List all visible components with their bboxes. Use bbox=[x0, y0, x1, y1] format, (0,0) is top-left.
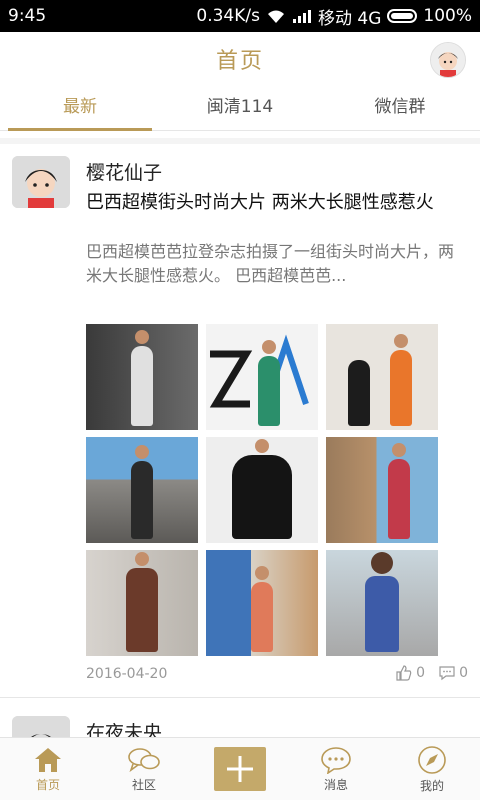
post-photo[interactable] bbox=[206, 550, 318, 656]
section-divider bbox=[0, 138, 480, 144]
post-photo[interactable] bbox=[206, 437, 318, 543]
avatar-icon bbox=[431, 43, 465, 77]
status-time: 9:45 bbox=[8, 6, 47, 26]
post-photo[interactable] bbox=[86, 324, 198, 430]
battery-icon bbox=[387, 9, 418, 23]
carrier-label: 移动 4G bbox=[317, 8, 382, 29]
tab-wechat-group[interactable]: 微信群 bbox=[320, 86, 480, 130]
net-speed: 0.34K/s bbox=[196, 6, 260, 26]
home-icon bbox=[35, 747, 61, 772]
signal-icon bbox=[292, 10, 311, 23]
user-avatar[interactable] bbox=[430, 42, 466, 78]
nav-label: 社区 bbox=[131, 777, 156, 792]
author-avatar[interactable] bbox=[12, 156, 70, 208]
bottom-nav: 首页 社区 消息 我的 bbox=[0, 737, 480, 800]
like-button[interactable]: 0 bbox=[396, 665, 425, 681]
status-bar: 9:45 0.34K/s 移动 4G 100% bbox=[0, 0, 480, 32]
app-header: 首页 bbox=[0, 32, 480, 86]
post-date: 2016-04-20 bbox=[86, 666, 168, 682]
nav-add[interactable] bbox=[192, 738, 288, 800]
tab-bar: 最新 闽清114 微信群 bbox=[0, 86, 480, 131]
add-icon bbox=[227, 756, 253, 782]
message-icon bbox=[321, 746, 351, 774]
page-title: 首页 bbox=[215, 49, 264, 74]
comment-button[interactable]: 0 bbox=[439, 665, 468, 681]
nav-community[interactable]: 社区 bbox=[96, 738, 192, 800]
add-button[interactable] bbox=[214, 747, 266, 791]
tab-minqing114[interactable]: 闽清114 bbox=[160, 86, 320, 130]
post-photo[interactable] bbox=[326, 437, 438, 543]
nav-label: 消息 bbox=[323, 777, 348, 792]
like-count: 0 bbox=[416, 665, 426, 681]
thumbs-up-icon bbox=[396, 665, 412, 681]
avatar-icon bbox=[12, 156, 70, 208]
nav-label: 我的 bbox=[419, 778, 444, 793]
post-photo[interactable] bbox=[326, 324, 438, 430]
battery-percent: 100% bbox=[423, 6, 472, 26]
photo-grid bbox=[86, 324, 438, 656]
nav-label: 首页 bbox=[35, 777, 60, 792]
nav-mine[interactable]: 我的 bbox=[384, 738, 480, 800]
status-indicators: 0.34K/s 移动 4G 100% bbox=[196, 4, 472, 29]
chat-bubbles-icon bbox=[128, 747, 160, 772]
post-divider bbox=[0, 697, 480, 698]
post-summary: 巴西超模芭芭拉登杂志拍摄了一组街头时尚大片，两米大长腿性感惹火。 巴西超模芭芭.… bbox=[86, 242, 455, 285]
post-author[interactable]: 樱花仙子 bbox=[86, 158, 162, 185]
nav-messages[interactable]: 消息 bbox=[288, 738, 384, 800]
wifi-icon bbox=[267, 10, 284, 23]
tab-latest[interactable]: 最新 bbox=[0, 86, 160, 131]
comment-count: 0 bbox=[459, 665, 468, 681]
post-stats: 0 0 bbox=[396, 665, 468, 681]
nav-home[interactable]: 首页 bbox=[0, 738, 96, 800]
post-title[interactable]: 巴西超模街头时尚大片 两米大长腿性感惹火 bbox=[86, 190, 466, 216]
post-photo[interactable] bbox=[206, 324, 318, 430]
post-photo[interactable] bbox=[86, 437, 198, 543]
post-photo[interactable] bbox=[326, 550, 438, 656]
compass-icon bbox=[418, 745, 446, 774]
comment-icon bbox=[439, 666, 455, 681]
post-photo[interactable] bbox=[86, 550, 198, 656]
